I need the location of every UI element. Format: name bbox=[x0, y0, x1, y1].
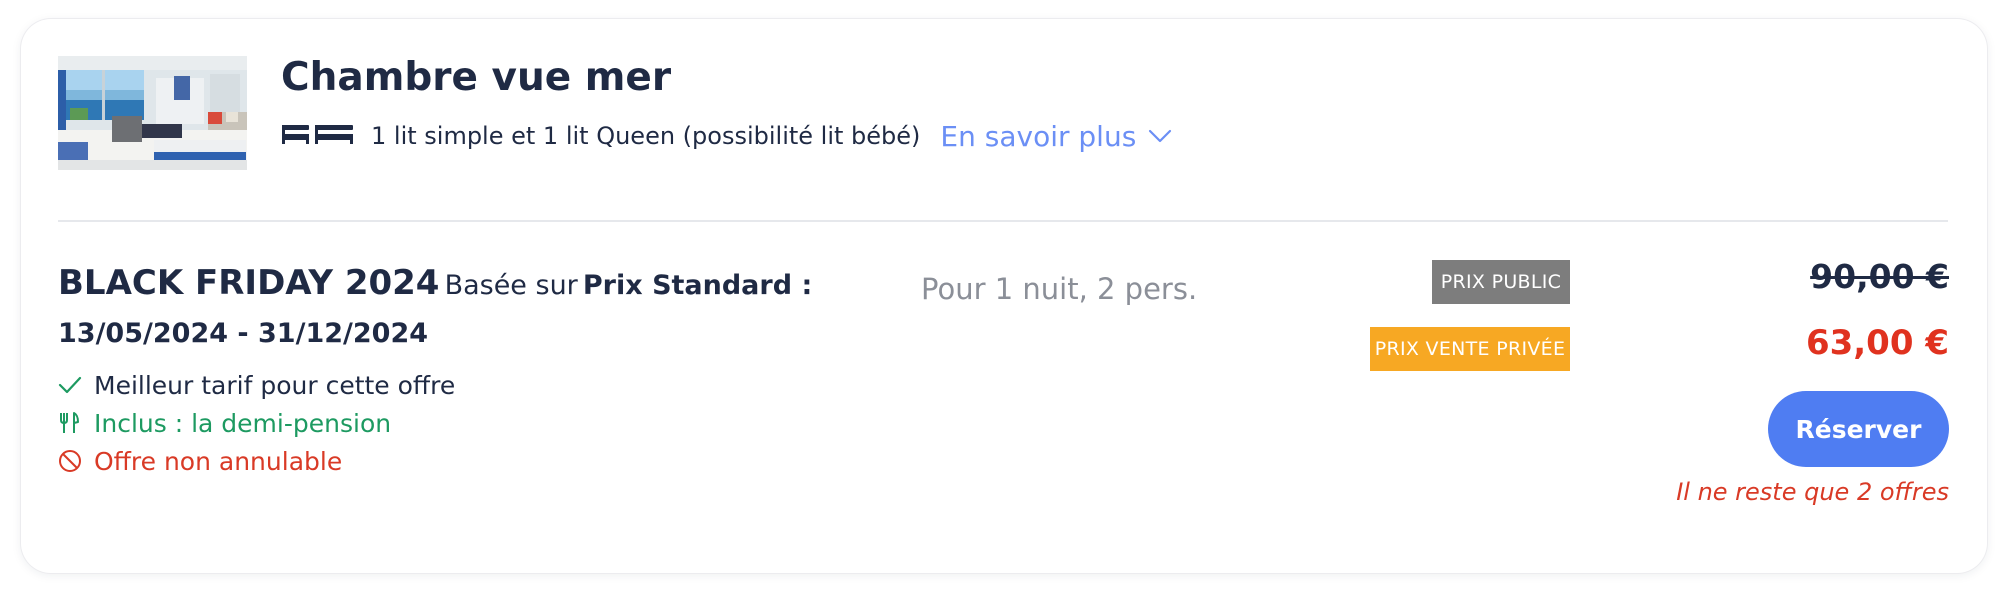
feature-half-board-label: Inclus : la demi-pension bbox=[94, 408, 392, 438]
check-icon bbox=[58, 375, 94, 395]
room-title: Chambre vue mer bbox=[281, 55, 672, 100]
availability-notice: Il ne reste que 2 offres bbox=[1676, 478, 1949, 506]
bed-description: 1 lit simple et 1 lit Queen (possibilité… bbox=[371, 122, 921, 150]
public-price-tag: PRIX PUBLIC bbox=[1432, 260, 1570, 304]
feature-non-refundable-label: Offre non annulable bbox=[94, 446, 343, 476]
feature-half-board: Inclus : la demi-pension bbox=[58, 404, 455, 442]
room-bed-info: 1 lit simple et 1 lit Queen (possibilité… bbox=[281, 117, 1172, 155]
prohibited-icon bbox=[58, 449, 94, 473]
fork-knife-icon bbox=[58, 411, 94, 435]
private-sale-price: 63,00 € bbox=[1805, 323, 1949, 363]
book-button[interactable]: Réserver bbox=[1768, 391, 1949, 467]
feature-best-rate-label: Meilleur tarif pour cette offre bbox=[94, 370, 456, 400]
offer-plan: Prix Standard : bbox=[582, 270, 813, 301]
chevron-down-icon bbox=[1149, 129, 1172, 143]
private-sale-tag: PRIX VENTE PRIVÉE bbox=[1370, 327, 1570, 371]
feature-non-refundable: Offre non annulable bbox=[58, 442, 455, 480]
offer-name: BLACK FRIDAY 2024 bbox=[58, 263, 440, 303]
public-price: 90,00 € bbox=[1810, 257, 1949, 296]
section-divider bbox=[58, 220, 1948, 222]
room-photo[interactable] bbox=[58, 56, 247, 170]
feature-best-rate: Meilleur tarif pour cette offre bbox=[58, 366, 455, 404]
offer-dates: 13/05/2024 - 31/12/2024 bbox=[58, 318, 429, 349]
more-info-link[interactable]: En savoir plus bbox=[940, 120, 1172, 153]
occupancy-info: Pour 1 nuit, 2 pers. bbox=[921, 272, 1198, 306]
single-bed-icon bbox=[281, 123, 310, 149]
offer-based-on: Basée sur bbox=[444, 270, 578, 301]
bed-icons bbox=[281, 123, 354, 149]
more-info-label: En savoir plus bbox=[940, 119, 1137, 153]
offer-title: BLACK FRIDAY 2024 Basée sur Prix Standar… bbox=[58, 261, 838, 359]
offer-features: Meilleur tarif pour cette offre Inclus :… bbox=[58, 366, 455, 480]
room-offer-card: Chambre vue mer 1 lit simple et 1 lit Qu… bbox=[21, 19, 1987, 573]
queen-bed-icon bbox=[314, 123, 354, 149]
